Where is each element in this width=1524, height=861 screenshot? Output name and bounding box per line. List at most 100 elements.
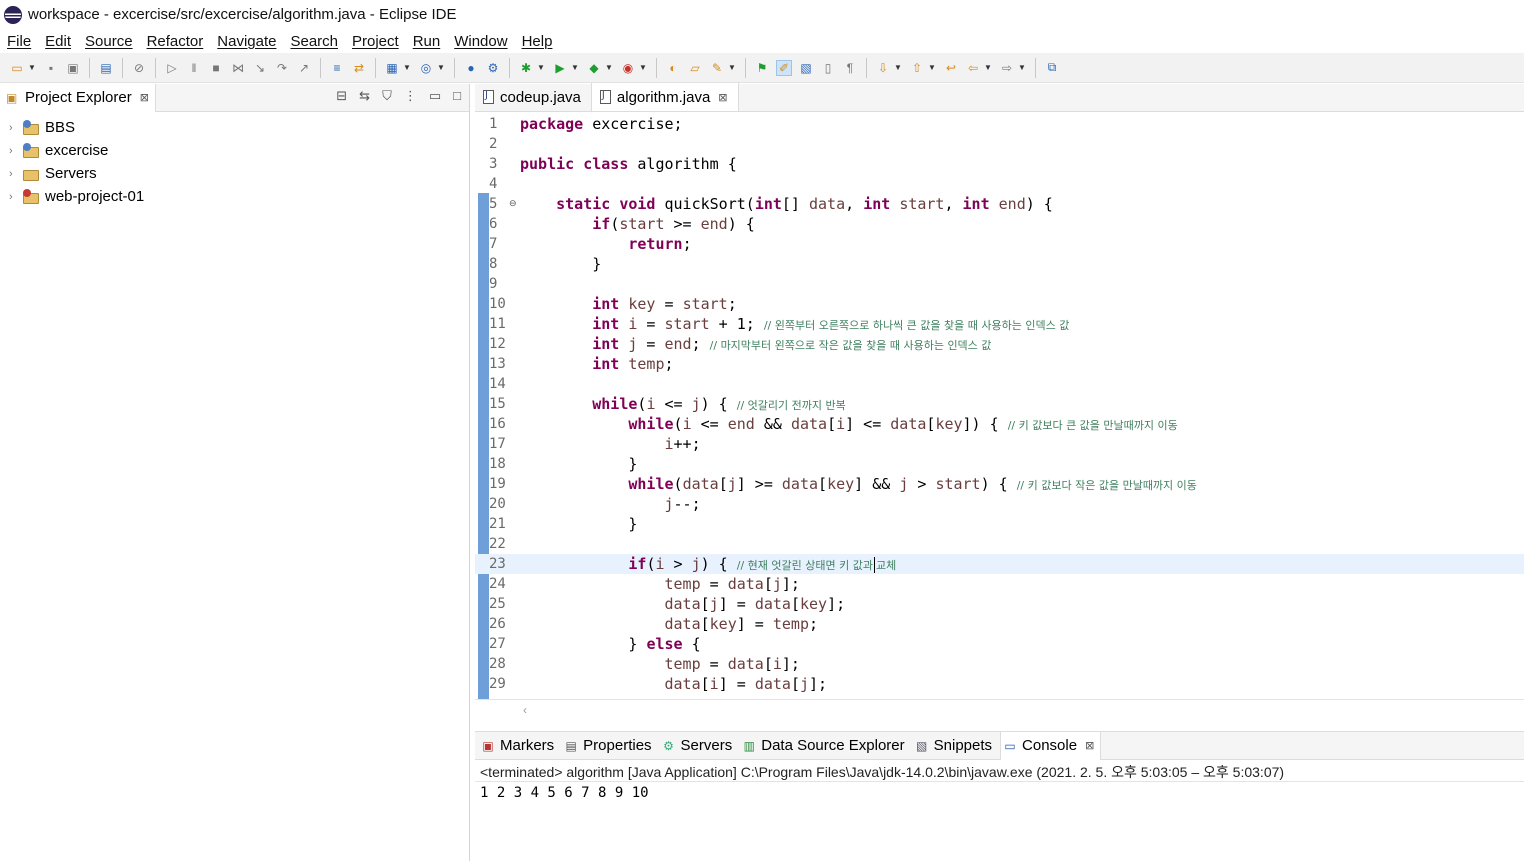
new-server-icon[interactable]: ▦ bbox=[384, 60, 400, 76]
pin-editor-icon[interactable]: ⧉ bbox=[1044, 60, 1060, 76]
collapse-all-icon[interactable]: ⊟ bbox=[336, 88, 347, 104]
menu-search[interactable]: Search bbox=[290, 33, 338, 50]
filter-icon[interactable]: ⛉ bbox=[382, 88, 392, 104]
console-output[interactable]: 1 2 3 4 5 6 7 8 9 10 bbox=[480, 785, 649, 801]
skip-breakpoints-icon[interactable]: ⊘ bbox=[131, 60, 147, 76]
next-annotation-icon[interactable]: ⇩ bbox=[875, 60, 891, 76]
server-dropdown-icon[interactable]: ▼ bbox=[403, 60, 411, 76]
tab-properties[interactable]: ▤ Properties bbox=[562, 732, 657, 760]
web-service-dropdown-icon[interactable]: ▼ bbox=[437, 60, 445, 76]
coverage-icon[interactable]: ◆ bbox=[586, 60, 602, 76]
resume-icon[interactable]: ▷ bbox=[164, 60, 180, 76]
expand-chevron-icon[interactable]: › bbox=[9, 191, 21, 203]
menu-edit[interactable]: Edit bbox=[45, 33, 71, 50]
show-whitespace-icon[interactable]: ▯ bbox=[820, 60, 836, 76]
save-all-icon[interactable]: ▣ bbox=[65, 60, 81, 76]
toolbar-separator bbox=[454, 57, 455, 78]
new-icon[interactable]: ▭ bbox=[9, 60, 25, 76]
close-icon[interactable]: ⊠ bbox=[140, 91, 149, 104]
external-tools-dropdown-icon[interactable]: ▼ bbox=[639, 60, 647, 76]
tab-snippets[interactable]: ▧ Snippets bbox=[913, 732, 998, 760]
tab-servers[interactable]: ⚙ Servers bbox=[660, 732, 739, 760]
back-icon[interactable]: ⇦ bbox=[965, 60, 981, 76]
last-edit-location-icon[interactable]: ↩ bbox=[943, 60, 959, 76]
menu-window[interactable]: Window bbox=[454, 33, 507, 50]
horizontal-scrollbar[interactable]: ‹ bbox=[475, 699, 1524, 723]
line-number: 25 bbox=[489, 596, 506, 612]
project-explorer-view: ▣ Project Explorer ⊠ ⊟ ⇆ ⛉ ⋮ ▭ □ › BBS ›… bbox=[0, 83, 470, 861]
forward-icon[interactable]: ⇨ bbox=[999, 60, 1015, 76]
tab-console[interactable]: ▭ Console ⊠ bbox=[1000, 731, 1102, 760]
expand-chevron-icon[interactable]: › bbox=[9, 168, 21, 180]
suspend-icon[interactable]: ‖ bbox=[186, 60, 202, 76]
code-area[interactable]: 1 package excercise; 2 3 public class algo… bbox=[475, 113, 1524, 699]
bottom-tab-label: Console bbox=[1022, 737, 1078, 754]
step-over-icon[interactable]: ↷ bbox=[274, 60, 290, 76]
menu-run[interactable]: Run bbox=[413, 33, 441, 50]
new-web-service-icon[interactable]: ◎ bbox=[418, 60, 434, 76]
open-task-icon[interactable]: ▱ bbox=[687, 60, 703, 76]
expand-chevron-icon[interactable]: › bbox=[9, 145, 21, 157]
tab-codeup-java[interactable]: codeup.java bbox=[475, 83, 591, 111]
search-dropdown-icon[interactable]: ▼ bbox=[728, 60, 736, 76]
debug-dropdown-icon[interactable]: ▼ bbox=[537, 60, 545, 76]
open-web-browser-icon[interactable]: ● bbox=[463, 60, 479, 76]
toggle-block-selection-icon[interactable]: ▧ bbox=[798, 60, 814, 76]
forward-dropdown-icon[interactable]: ▼ bbox=[1018, 60, 1026, 76]
tree-item-excercise[interactable]: › excercise bbox=[0, 139, 469, 162]
use-step-filters-icon[interactable]: ⇄ bbox=[351, 60, 367, 76]
new-dropdown-icon[interactable]: ▼ bbox=[28, 60, 36, 76]
maximize-icon[interactable]: □ bbox=[453, 88, 461, 104]
step-return-icon[interactable]: ↗ bbox=[296, 60, 312, 76]
save-icon[interactable]: ▪ bbox=[43, 60, 59, 76]
expand-chevron-icon[interactable]: › bbox=[9, 122, 21, 134]
debug-icon[interactable]: ✱ bbox=[518, 60, 534, 76]
tab-algorithm-java[interactable]: algorithm.java ⊠ bbox=[590, 83, 739, 111]
terminate-icon[interactable]: ■ bbox=[208, 60, 224, 76]
run-dropdown-icon[interactable]: ▼ bbox=[571, 60, 579, 76]
fold-collapse-icon[interactable]: ⊖ bbox=[509, 195, 517, 211]
java-file-icon bbox=[483, 90, 494, 104]
tree-item-web-project-01[interactable]: › web-project-01 bbox=[0, 185, 469, 208]
toggle-mark-occurrences-icon[interactable]: ✐ bbox=[776, 59, 792, 76]
scroll-left-icon[interactable]: ‹ bbox=[523, 703, 527, 717]
open-type-icon[interactable]: ◐ bbox=[665, 60, 681, 76]
tree-item-servers[interactable]: › Servers bbox=[0, 162, 469, 185]
line-number: 19 bbox=[489, 476, 506, 492]
external-tools-icon[interactable]: ◉ bbox=[620, 60, 636, 76]
close-icon[interactable]: ⊠ bbox=[1085, 739, 1094, 752]
code-line: 20 j--; bbox=[475, 494, 1524, 514]
run-icon[interactable]: ▶ bbox=[552, 60, 568, 76]
tree-item-bbs[interactable]: › BBS bbox=[0, 116, 469, 139]
coverage-dropdown-icon[interactable]: ▼ bbox=[605, 60, 613, 76]
next-annotation-dropdown-icon[interactable]: ▼ bbox=[894, 60, 902, 76]
tab-project-explorer[interactable]: ▣ Project Explorer ⊠ bbox=[0, 83, 156, 112]
java-project-icon bbox=[23, 119, 41, 136]
code-line: 11 int i = start + 1; // 왼쪽부터 오른쪽으로 하나씩 … bbox=[475, 314, 1524, 334]
open-console-icon[interactable]: ▤ bbox=[98, 60, 114, 76]
menu-source[interactable]: Source bbox=[85, 33, 133, 50]
previous-annotation-dropdown-icon[interactable]: ▼ bbox=[928, 60, 936, 76]
previous-annotation-icon[interactable]: ⇧ bbox=[909, 60, 925, 76]
toggle-breadcrumb-icon[interactable]: ⚑ bbox=[754, 60, 770, 76]
minimize-icon[interactable]: ▭ bbox=[429, 88, 441, 104]
view-menu-icon[interactable]: ⋮ bbox=[404, 88, 417, 104]
show-paragraph-icon[interactable]: ¶ bbox=[842, 60, 858, 76]
toolbar-separator bbox=[89, 57, 90, 78]
menu-navigate[interactable]: Navigate bbox=[217, 33, 276, 50]
tab-markers[interactable]: ▣ Markers bbox=[479, 732, 560, 760]
line-number: 4 bbox=[489, 176, 498, 192]
open-perspective-icon[interactable]: ⚙ bbox=[485, 60, 501, 76]
link-with-editor-icon[interactable]: ⇆ bbox=[359, 88, 370, 104]
close-icon[interactable]: ⊠ bbox=[718, 91, 727, 104]
step-into-icon[interactable]: ↘ bbox=[252, 60, 268, 76]
menu-project[interactable]: Project bbox=[352, 33, 399, 50]
menu-help[interactable]: Help bbox=[522, 33, 553, 50]
search-icon[interactable]: ✎ bbox=[709, 60, 725, 76]
back-dropdown-icon[interactable]: ▼ bbox=[984, 60, 992, 76]
disconnect-icon[interactable]: ⋈ bbox=[230, 60, 246, 76]
tab-data-source-explorer[interactable]: ▥ Data Source Explorer bbox=[740, 732, 910, 760]
menu-file[interactable]: File bbox=[7, 33, 31, 50]
menu-refactor[interactable]: Refactor bbox=[147, 33, 204, 50]
drop-to-frame-icon[interactable]: ≡ bbox=[329, 60, 345, 76]
